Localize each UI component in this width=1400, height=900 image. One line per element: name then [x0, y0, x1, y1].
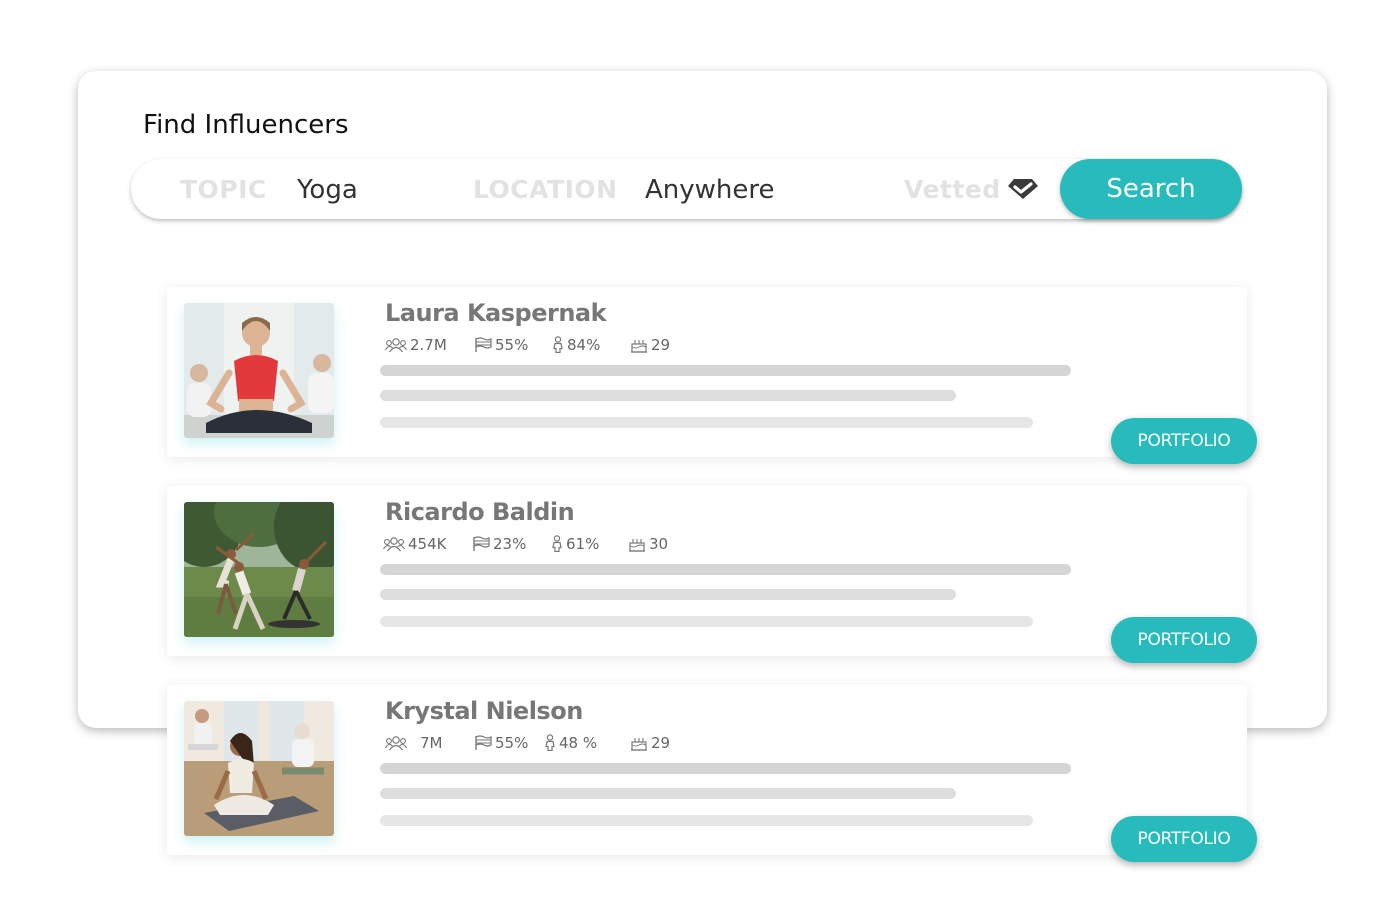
birthday-cake-icon — [631, 738, 647, 751]
age-value: 29 — [651, 336, 671, 354]
portfolio-button[interactable]: PORTFOLIO — [1111, 617, 1257, 663]
placeholder-line — [380, 390, 956, 401]
followers-icon — [385, 338, 407, 353]
followers-stat: 454K — [383, 535, 446, 553]
placeholder-line — [380, 815, 1033, 826]
topic-input[interactable]: Yoga — [297, 175, 358, 205]
country-value: 55% — [495, 336, 529, 354]
person-icon — [545, 734, 555, 752]
age-stat: 29 — [630, 336, 670, 354]
influencer-card: Laura Kaspernak 2.7M 55% 84% 29 PORTFOLI… — [167, 287, 1257, 464]
followers-value: 7M — [420, 734, 443, 752]
influencer-name: Laura Kaspernak — [385, 299, 607, 327]
influencer-photo — [184, 701, 334, 836]
flag-icon — [475, 735, 492, 750]
age-value: 30 — [649, 535, 669, 553]
flag-icon — [473, 536, 490, 551]
followers-icon — [385, 736, 407, 751]
influencer-name: Krystal Nielson — [385, 697, 583, 725]
gender-value: 61% — [566, 535, 600, 553]
country-stat: 23% — [472, 535, 526, 553]
placeholder-line — [380, 589, 956, 600]
search-button[interactable]: Search — [1060, 159, 1242, 219]
placeholder-line — [380, 788, 956, 799]
gender-stat: 61% — [551, 535, 599, 553]
followers-stat: 2.7M — [385, 336, 447, 354]
country-stat: 55% — [474, 336, 528, 354]
country-value: 55% — [495, 734, 529, 752]
age-stat: 29 — [630, 734, 670, 752]
vetted-toggle-label[interactable]: Vetted — [904, 175, 1001, 204]
portfolio-button[interactable]: PORTFOLIO — [1111, 816, 1257, 862]
country-stat: 55% — [474, 734, 528, 752]
gender-value: 48 % — [559, 734, 598, 752]
gender-value: 84% — [567, 336, 601, 354]
flag-icon — [475, 337, 492, 352]
influencer-photo — [184, 502, 334, 637]
birthday-cake-icon — [629, 539, 645, 552]
placeholder-line — [380, 564, 1071, 575]
placeholder-line — [380, 763, 1071, 774]
followers-icon — [383, 537, 405, 552]
followers-value: 2.7M — [410, 336, 447, 354]
location-input[interactable]: Anywhere — [645, 175, 775, 205]
placeholder-line — [380, 616, 1033, 627]
gender-stat: 84% — [552, 336, 600, 354]
placeholder-line — [380, 365, 1071, 376]
person-icon — [552, 535, 562, 553]
location-label: LOCATION — [473, 175, 618, 204]
portfolio-button[interactable]: PORTFOLIO — [1111, 418, 1257, 464]
influencer-photo — [184, 303, 334, 438]
influencer-card: Ricardo Baldin 454K 23% 61% 30 PORTFOLIO — [167, 486, 1257, 663]
birthday-cake-icon — [631, 340, 647, 353]
age-value: 29 — [651, 734, 671, 752]
diamond-icon[interactable] — [1007, 178, 1039, 200]
gender-stat: 48 % — [544, 734, 597, 752]
followers-stat: 7M — [385, 734, 443, 752]
country-value: 23% — [493, 535, 527, 553]
topic-label: TOPIC — [180, 175, 267, 204]
page-title: Find Influencers — [143, 110, 349, 140]
person-icon — [553, 336, 563, 354]
search-bar: TOPIC Yoga LOCATION Anywhere Vetted Sear… — [131, 159, 1242, 219]
placeholder-line — [380, 417, 1033, 428]
influencer-name: Ricardo Baldin — [385, 498, 575, 526]
followers-value: 454K — [408, 535, 447, 553]
influencer-card: Krystal Nielson 7M 55% 48 % 29 PORTFOLIO — [167, 685, 1257, 862]
age-stat: 30 — [628, 535, 668, 553]
